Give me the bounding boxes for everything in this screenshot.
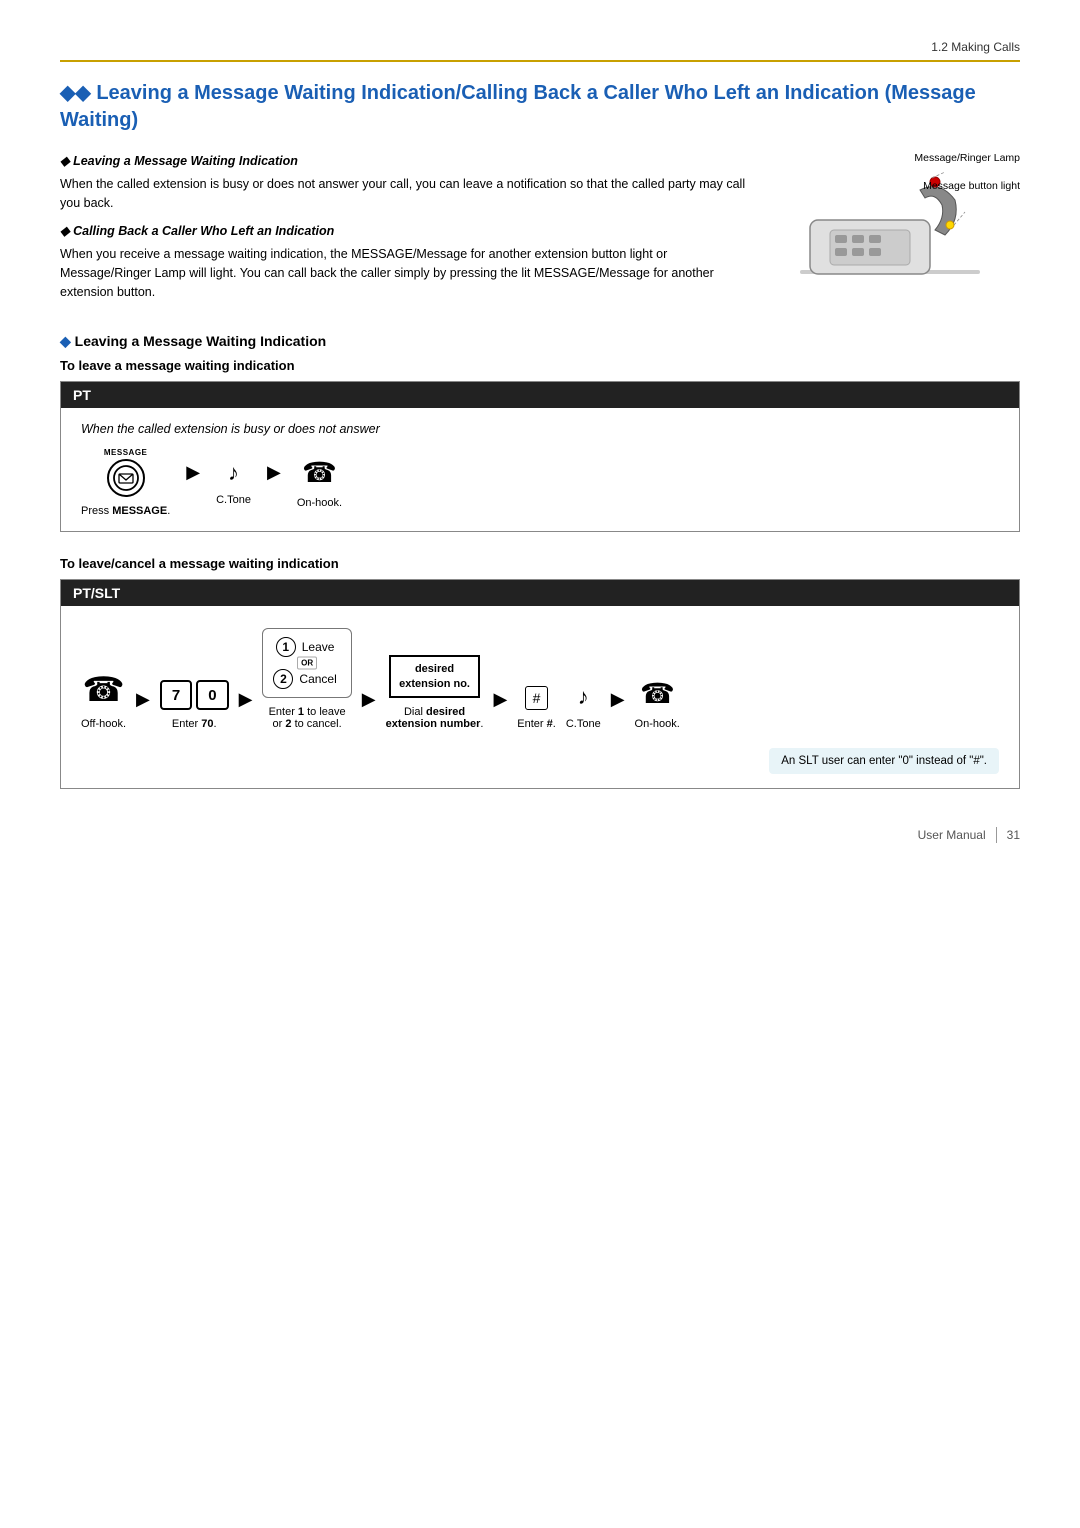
desired-line1: desired [399, 662, 470, 676]
section-label: 1.2 Making Calls [931, 40, 1020, 54]
intro-section: ◆ Leaving a Message Waiting Indication W… [60, 152, 1020, 313]
step-message-label: Press MESSAGE. [81, 505, 170, 517]
msg-key-label: MESSAGE [104, 448, 148, 457]
section2-sub-heading: To leave/cancel a message waiting indica… [60, 556, 1020, 571]
section1-heading-text: Leaving a Message Waiting Indication [75, 333, 327, 349]
diagram-label-lamp: Message/Ringer Lamp [914, 152, 1020, 164]
step-onhook-pt: ☎ On-hook. [297, 456, 342, 509]
offhook-icon: ☎ [82, 670, 124, 710]
arrow-5: ▶ [611, 689, 625, 710]
ctone-label: C.Tone [216, 494, 251, 506]
arrow-step-1: ▶ [186, 462, 200, 483]
enter-70-label: Enter 70. [172, 718, 217, 730]
arrow-step-2: ▶ [267, 462, 281, 483]
step-ctone-slt: ♪ C.Tone [566, 684, 601, 730]
step-offhook: ☎ Off-hook. [81, 670, 126, 730]
slt-note-text: An SLT user can enter "0" instead of "#"… [781, 755, 987, 767]
top-header: 1.2 Making Calls [60, 40, 1020, 62]
message-button-icon [107, 459, 145, 497]
enter-pound-label: Enter #. [517, 718, 556, 730]
calling-back-heading: ◆ Calling Back a Caller Who Left an Indi… [60, 222, 760, 241]
cancel-label: Cancel [299, 672, 336, 686]
footer-divider [996, 827, 997, 843]
step-message: MESSAGE Press MESSAGE. [81, 448, 170, 517]
footer-page: 31 [1007, 828, 1020, 842]
leaving-heading: ◆ Leaving a Message Waiting Indication [60, 152, 760, 171]
key-70-group: 7 0 [160, 680, 229, 710]
pt-instruction-box: PT When the called extension is busy or … [60, 381, 1020, 532]
onhook-slt-icon: ☎ [640, 677, 675, 710]
or-row-1: 1 Leave [276, 637, 335, 657]
page: 1.2 Making Calls ◆◆ Leaving a Message Wa… [0, 0, 1080, 873]
pound-key: # [525, 686, 549, 710]
ctone-slt-label: C.Tone [566, 718, 601, 730]
ptslt-instruction-box: PT/SLT ☎ Off-hook. ▶ 7 0 Enter 70. [60, 579, 1020, 789]
title-text: Leaving a Message Waiting Indication/Cal… [60, 82, 976, 131]
step-pound: # Enter #. [517, 686, 556, 730]
section1-diamond: ◆ [60, 333, 75, 349]
desired-line2: extension no. [399, 677, 470, 691]
phone-diagram-area: Message/Ringer Lamp Message button light [780, 152, 1020, 313]
box-content-ptslt: ☎ Off-hook. ▶ 7 0 Enter 70. ▶ [61, 606, 1019, 788]
desired-box: desired extension no. [389, 655, 480, 698]
arrow-2: ▶ [239, 689, 253, 710]
offhook-label: Off-hook. [81, 718, 126, 730]
diagram-label-button: Message button light [923, 180, 1020, 192]
footer-text: User Manual [918, 828, 986, 842]
arrow-3: ▶ [362, 689, 376, 710]
num-1-circle: 1 [276, 637, 296, 657]
key-7: 7 [160, 680, 192, 710]
or-label: OR [297, 657, 317, 670]
onhook-pt-label: On-hook. [297, 497, 342, 509]
arrow-1: ▶ [136, 689, 150, 710]
pt-steps-row: MESSAGE Press MESSAGE. [81, 448, 999, 517]
title-diamond: ◆◆ [60, 82, 96, 104]
leave-label: Leave [302, 640, 335, 654]
step-70: 7 0 Enter 70. [160, 680, 229, 730]
ctone-music-icon: ♪ [228, 460, 239, 486]
note-area: An SLT user can enter "0" instead of "#"… [81, 740, 999, 774]
arrow-4: ▶ [493, 689, 507, 710]
ptslt-steps-row: ☎ Off-hook. ▶ 7 0 Enter 70. ▶ [81, 628, 999, 730]
or-row-2: 2 Cancel [273, 669, 336, 689]
box-header-pt: PT [61, 382, 1019, 408]
step-onhook-slt: ☎ On-hook. [635, 677, 680, 730]
onhook-phone-icon: ☎ [302, 456, 337, 489]
page-title: ◆◆ Leaving a Message Waiting Indication/… [60, 80, 1020, 134]
onhook-slt-label: On-hook. [635, 718, 680, 730]
key-0: 0 [196, 680, 228, 710]
ctone-music-icon-slt: ♪ [578, 684, 589, 710]
page-footer: User Manual 31 [918, 827, 1020, 843]
step-ctone: ♪ C.Tone [216, 460, 251, 506]
step-desired: desired extension no. Dial desiredextens… [386, 655, 484, 730]
italic-note: When the called extension is busy or doe… [81, 422, 999, 436]
or-box: OR 1 Leave 2 Cancel [262, 628, 351, 698]
section1-sub-heading: To leave a message waiting indication [60, 358, 1020, 373]
slt-note-box: An SLT user can enter "0" instead of "#"… [769, 748, 999, 774]
section1-heading: ◆ Leaving a Message Waiting Indication [60, 333, 1020, 350]
box-header-ptslt: PT/SLT [61, 580, 1019, 606]
enter-1or2-label: Enter 1 to leaveor 2 to cancel. [269, 706, 346, 730]
box-content-pt: When the called extension is busy or doe… [61, 408, 1019, 531]
num-2-circle: 2 [273, 669, 293, 689]
calling-back-body: When you receive a message waiting indic… [60, 245, 760, 301]
step-1or2: OR 1 Leave 2 Cancel Enter 1 to leaveor 2… [262, 628, 351, 730]
intro-text-block: ◆ Leaving a Message Waiting Indication W… [60, 152, 760, 313]
dial-desired-label: Dial desiredextension number. [386, 706, 484, 730]
leaving-body: When the called extension is busy or doe… [60, 175, 760, 213]
